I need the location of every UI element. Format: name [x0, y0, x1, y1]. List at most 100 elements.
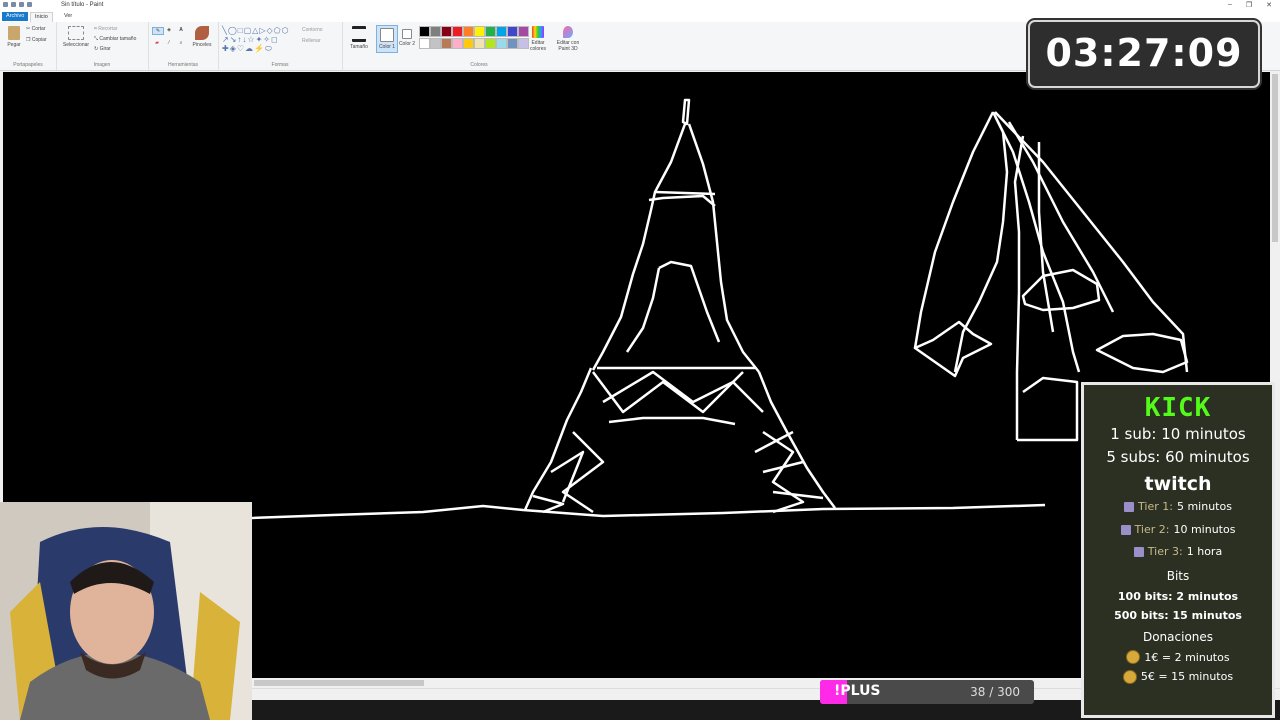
plus-goal-count: 38 / 300 — [970, 685, 1020, 699]
tools-group: ✎ ◈ A ▰ ⁄ ⌕ Pinceles Herramientas — [148, 22, 219, 70]
brushes-button[interactable]: Pinceles — [190, 26, 214, 48]
tier-value: 5 minutos — [1176, 500, 1232, 513]
donation-row: 5€ = 15 minutos — [1084, 667, 1272, 687]
shapes-gallery[interactable]: ╲◯□▢△▷◇⬠⬡ ↗↘↑↓☆✦✧◻ ✚◈♡☁⚡⬭ — [222, 26, 298, 56]
color1-swatch — [380, 28, 394, 42]
window-title: Sin título - Paint — [61, 2, 104, 8]
subathon-timer: 03:27:09 — [1028, 20, 1260, 88]
eyedropper-icon: ⁄ — [168, 40, 170, 46]
window-controls: – ❐ ✕ — [1228, 1, 1272, 9]
palette-swatch[interactable] — [474, 38, 485, 49]
edit-colors-button[interactable]: Editar colores — [526, 26, 550, 52]
palette-swatch[interactable] — [485, 38, 496, 49]
colors-group-label: Colores — [470, 62, 488, 68]
paint3d-button[interactable]: Editar con Paint 3D — [554, 26, 582, 52]
palette-swatch[interactable] — [518, 26, 529, 37]
palette-swatch[interactable] — [441, 38, 452, 49]
tier-label: Tier 3: — [1147, 545, 1183, 558]
coin-icon — [1126, 650, 1141, 665]
bits-rate: 500 bits: 15 minutos — [1114, 608, 1242, 622]
paste-button[interactable]: Pegar — [4, 26, 24, 48]
kick-rate-1: 1 sub: 10 minutos — [1110, 425, 1246, 443]
eraser-tool[interactable]: ▰ — [152, 40, 162, 46]
shapes-group-label: Formas — [271, 62, 289, 68]
copy-button[interactable]: ❐ Copiar — [26, 37, 54, 43]
save-icon[interactable] — [11, 2, 16, 7]
plus-goal-label: !PLUS — [834, 683, 881, 699]
kick-rate-2: 5 subs: 60 minutos — [1106, 448, 1250, 466]
copy-icon: ❐ — [26, 37, 31, 43]
palette-swatch[interactable] — [441, 26, 452, 37]
color1-button[interactable]: Color 1 — [376, 25, 398, 53]
tier-row: Tier 3: 1 hora — [1084, 541, 1272, 564]
vertical-scroll-thumb[interactable] — [1272, 74, 1278, 242]
eraser-icon: ▰ — [155, 40, 159, 46]
select-icon — [68, 26, 84, 40]
crop-button[interactable]: ⌗ Recortar — [94, 26, 146, 32]
redo-icon[interactable] — [27, 2, 32, 7]
cut-button[interactable]: ✂ Cortar — [26, 26, 54, 32]
donation-rate: 5€ = 15 minutos — [1140, 670, 1234, 683]
undo-icon[interactable] — [19, 2, 24, 7]
text-icon: A — [179, 27, 183, 33]
image-group-label: Imagen — [93, 62, 111, 68]
palette-swatch[interactable] — [430, 26, 441, 37]
palette-swatch[interactable] — [507, 26, 518, 37]
palette-swatch[interactable] — [419, 38, 430, 49]
palette-swatch[interactable] — [496, 26, 507, 37]
shapes-group: ╲◯□▢△▷◇⬠⬡ ↗↘↑↓☆✦✧◻ ✚◈♡☁⚡⬭ Contorno Rellena… — [218, 22, 343, 70]
donation-rate: 1€ = 2 minutos — [1144, 650, 1230, 664]
paint-app-icon — [3, 2, 8, 7]
crop-icon: ⌗ — [94, 26, 97, 32]
color-picker-tool[interactable]: ⁄ — [164, 40, 174, 46]
tier-row: Tier 2: 10 minutos — [1084, 519, 1272, 542]
twitch-icon — [1124, 502, 1135, 513]
fill-button[interactable]: Rellenar — [302, 38, 340, 44]
plus-goal-bar: !PLUS 38 / 300 — [820, 680, 1034, 704]
line-size-icon — [352, 26, 366, 42]
rotate-button[interactable]: ↻ Girar — [94, 46, 146, 52]
twitch-icon — [1120, 524, 1131, 535]
text-tool[interactable]: A — [176, 27, 186, 33]
palette-swatch[interactable] — [518, 38, 529, 49]
palette-swatch[interactable] — [419, 26, 430, 37]
tab-home[interactable]: Inicio — [30, 12, 53, 22]
palette-swatch[interactable] — [496, 38, 507, 49]
palette-swatch[interactable] — [452, 38, 463, 49]
tab-file[interactable]: Archivo — [2, 12, 29, 21]
tier-value: 1 hora — [1186, 545, 1223, 558]
color2-button[interactable]: Color 2 — [398, 25, 416, 47]
close-icon[interactable]: ✕ — [1266, 1, 1272, 9]
horizontal-scroll-thumb[interactable] — [254, 680, 424, 686]
color-palette — [419, 26, 529, 49]
resize-button[interactable]: ⤡ Cambiar tamaño — [94, 36, 146, 42]
donations-title: Donaciones — [1142, 629, 1214, 644]
webcam-feed — [0, 502, 252, 720]
palette-swatch[interactable] — [463, 38, 474, 49]
tier-value: 10 minutos — [1173, 522, 1236, 536]
pencil-tool[interactable]: ✎ — [152, 27, 164, 35]
donation-info-panel: KICK 1 sub: 10 minutos 5 subs: 60 minuto… — [1081, 382, 1275, 718]
palette-swatch[interactable] — [430, 38, 441, 49]
palette-swatch[interactable] — [507, 38, 518, 49]
palette-swatch[interactable] — [463, 26, 474, 37]
palette-swatch[interactable] — [485, 26, 496, 37]
tier-label: Tier 1: — [1138, 500, 1173, 513]
maximize-icon[interactable]: ❐ — [1246, 1, 1252, 9]
minimize-icon[interactable]: – — [1228, 1, 1232, 9]
magnifier-tool[interactable]: ⌕ — [176, 40, 186, 46]
tab-view[interactable]: Ver — [60, 12, 76, 21]
brush-icon — [195, 26, 209, 40]
coin-icon — [1122, 669, 1137, 684]
palette-swatch[interactable] — [452, 26, 463, 37]
fill-tool[interactable]: ◈ — [164, 27, 174, 33]
quick-access-toolbar — [3, 2, 32, 7]
twitch-icon — [1133, 547, 1144, 558]
magnifier-icon: ⌕ — [179, 40, 183, 46]
outline-button[interactable]: Contorno — [302, 27, 340, 33]
title-bar: Sin título - Paint – ❐ ✕ — [0, 0, 1280, 11]
size-button[interactable]: Tamaño — [346, 26, 372, 50]
ground-line — [251, 503, 1046, 520]
palette-swatch[interactable] — [474, 26, 485, 37]
select-button[interactable]: Seleccionar — [60, 26, 92, 48]
